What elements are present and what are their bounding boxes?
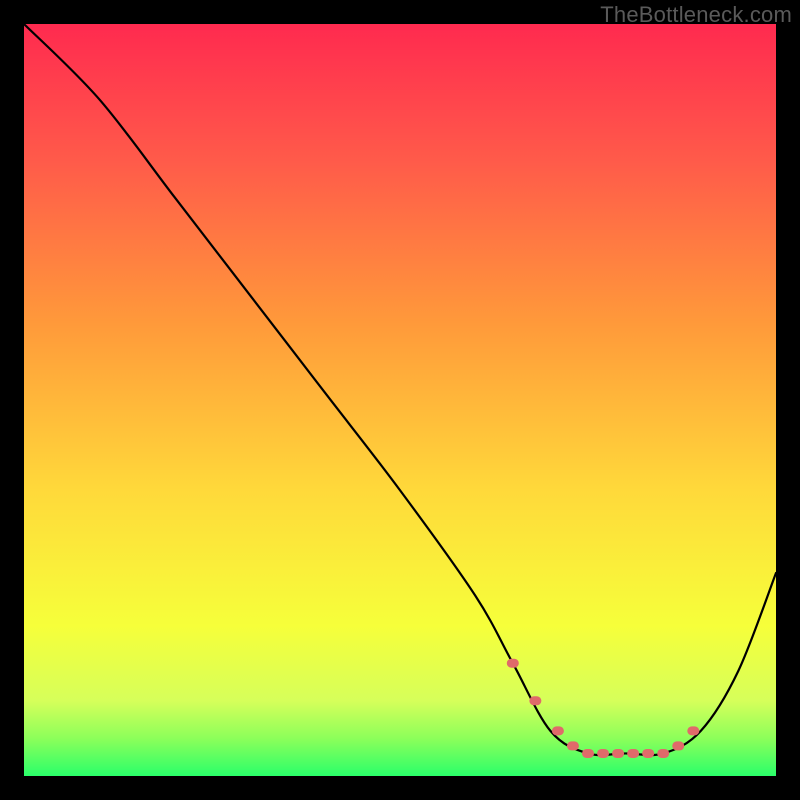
optimal-marker — [687, 726, 699, 735]
optimal-marker — [657, 749, 669, 758]
optimal-marker — [612, 749, 624, 758]
optimal-marker — [597, 749, 609, 758]
optimal-marker — [567, 741, 579, 750]
optimal-marker — [627, 749, 639, 758]
plot-area — [24, 24, 776, 776]
optimal-marker — [642, 749, 654, 758]
optimal-marker — [507, 659, 519, 668]
chart-container: TheBottleneck.com — [0, 0, 800, 800]
watermark-label: TheBottleneck.com — [600, 2, 792, 28]
optimal-marker — [552, 726, 564, 735]
optimal-marker — [529, 696, 541, 705]
optimal-marker — [582, 749, 594, 758]
optimal-marker — [672, 741, 684, 750]
bottleneck-chart — [0, 0, 800, 800]
